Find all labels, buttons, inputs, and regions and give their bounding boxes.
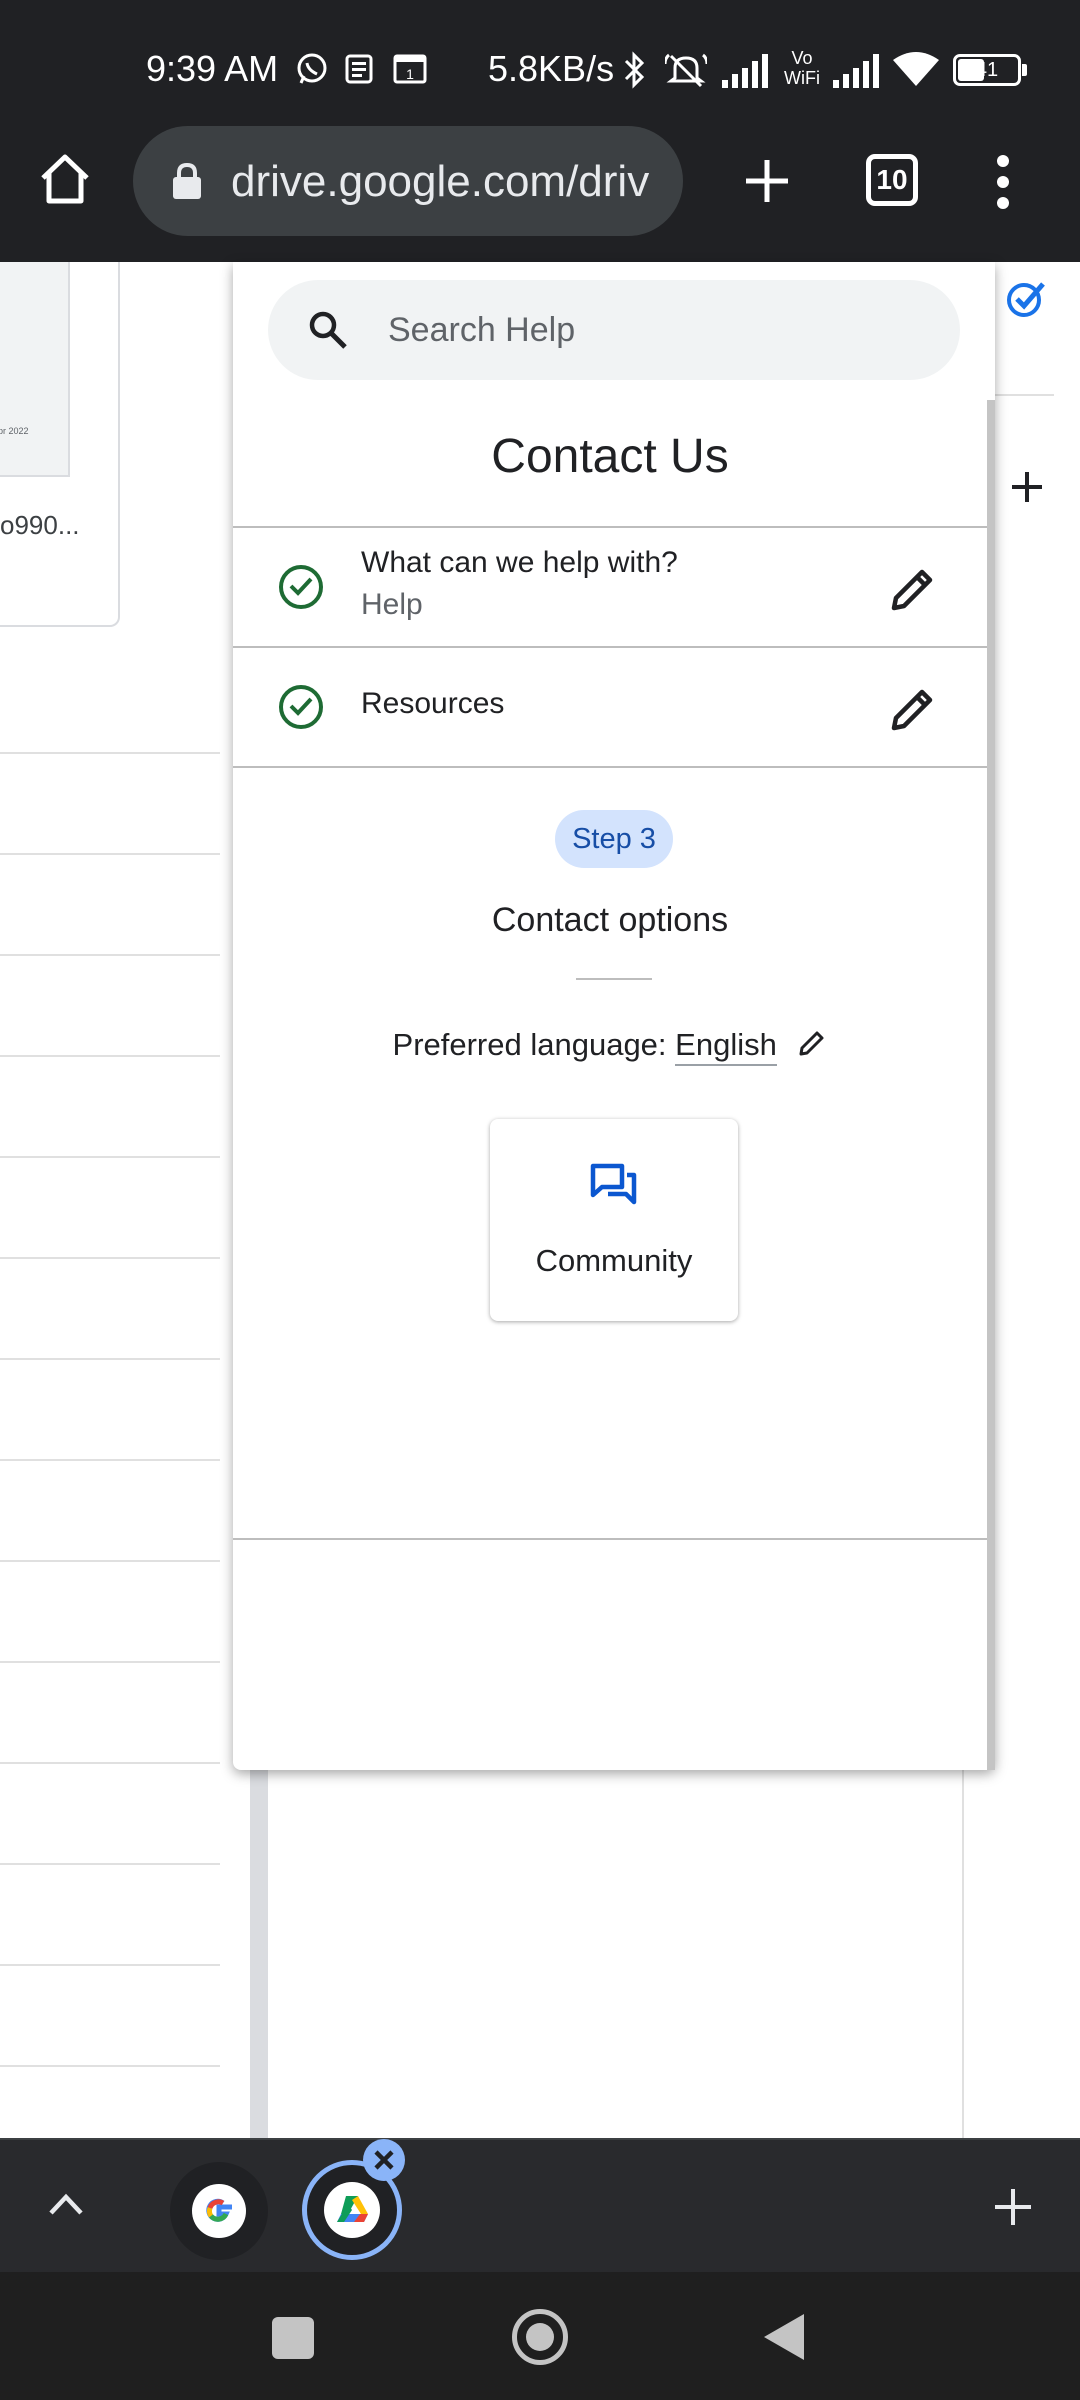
calendar-icon: 1 <box>393 54 427 84</box>
check-circle-icon <box>279 565 323 609</box>
list-divider <box>0 1661 220 1663</box>
battery-icon: 41 <box>953 54 1027 86</box>
list-divider <box>0 1459 220 1461</box>
status-bar: 9:39 AM 1 5.8KB/s Vo WiFi 41 <box>0 0 1080 118</box>
vowifi-bottom: WiFi <box>784 68 820 88</box>
battery-level: 41 <box>975 59 999 81</box>
divider <box>233 1538 987 1540</box>
google-tab[interactable] <box>170 2162 268 2260</box>
bluetooth-icon <box>624 51 645 89</box>
url-text[interactable]: drive.google.com/driv <box>231 156 671 208</box>
page-title: Contact Us <box>491 430 729 483</box>
list-divider <box>0 1358 220 1360</box>
file-card-date: Apr 2022 <box>0 426 29 436</box>
list-divider <box>0 1964 220 1966</box>
list-divider <box>0 853 220 855</box>
system-nav-bar <box>0 2272 1080 2400</box>
drive-preview-pane <box>268 1770 964 2138</box>
address-bar[interactable]: drive.google.com/driv <box>133 126 683 236</box>
help-panel: Contact Us What can we help with? Help R… <box>233 262 995 1770</box>
add-addon-icon[interactable] <box>1010 470 1044 504</box>
vowifi-icon: Vo WiFi <box>780 48 824 92</box>
more-icon[interactable] <box>996 154 1010 210</box>
list-divider <box>0 1863 220 1865</box>
step-resources[interactable]: Resources <box>233 648 987 766</box>
search-icon <box>309 311 347 349</box>
drive-file-list: Apr 2022 o990... <box>0 262 250 2138</box>
community-label: Community <box>535 1243 693 1278</box>
add-tab-icon[interactable] <box>992 2186 1034 2228</box>
step-label: What can we help with? <box>361 546 678 579</box>
status-time: 9:39 AM <box>146 48 279 89</box>
whatsapp-icon <box>297 53 327 84</box>
file-thumbnail: Apr 2022 <box>0 262 70 477</box>
search-input[interactable] <box>388 304 928 356</box>
file-card[interactable]: Apr 2022 o990... <box>0 262 120 627</box>
news-icon <box>345 54 373 84</box>
new-tab-icon[interactable] <box>742 156 792 206</box>
panel-scrollbar[interactable] <box>987 400 995 1770</box>
divider <box>576 978 652 980</box>
home-nav-button[interactable] <box>512 2309 568 2365</box>
tab-count: 10 <box>876 164 908 195</box>
drive-icon <box>324 2182 380 2238</box>
drive-tab[interactable] <box>302 2139 405 2260</box>
calendar-day: 1 <box>406 66 414 82</box>
list-divider <box>0 1156 220 1158</box>
list-divider <box>0 752 220 754</box>
step-label: Resources <box>361 687 505 720</box>
signal-icon <box>722 54 768 88</box>
list-divider <box>0 954 220 956</box>
list-divider <box>0 2065 220 2067</box>
list-divider <box>0 1055 220 1057</box>
home-icon[interactable] <box>38 152 92 206</box>
language-label: Preferred language: <box>392 1027 667 1062</box>
check-circle-icon <box>279 685 323 729</box>
step-title: Contact options <box>491 901 729 939</box>
list-divider <box>0 1762 220 1764</box>
vowifi-top: Vo <box>791 48 813 68</box>
google-icon <box>192 2184 246 2238</box>
search-bar[interactable] <box>268 280 960 380</box>
edit-language-icon[interactable] <box>797 1028 827 1058</box>
file-card-name: o990... <box>0 510 80 540</box>
mute-icon <box>665 53 707 88</box>
preferred-language: Preferred language: English <box>233 1024 987 1066</box>
list-divider <box>0 1560 220 1562</box>
lock-icon <box>173 162 201 199</box>
recents-button[interactable] <box>272 2317 314 2359</box>
step-badge: Step 3 <box>555 810 673 868</box>
forum-icon <box>590 1163 637 1205</box>
browser-toolbar: drive.google.com/driv 10 <box>0 118 1080 262</box>
wifi-icon <box>893 52 939 86</box>
language-value[interactable]: English <box>675 1027 777 1066</box>
tab-strip <box>0 2138 1080 2272</box>
step-value: Help <box>361 588 423 621</box>
edit-icon[interactable] <box>888 684 938 734</box>
back-button[interactable] <box>762 2312 806 2362</box>
side-divider <box>994 394 1054 396</box>
list-divider <box>0 1257 220 1259</box>
divider <box>233 766 987 768</box>
signal-icon-2 <box>833 54 879 88</box>
chevron-up-icon[interactable] <box>48 2192 84 2216</box>
tab-switcher-icon[interactable]: 10 <box>866 154 918 206</box>
edit-icon[interactable] <box>888 564 938 614</box>
pane-divider <box>250 1770 268 2138</box>
community-option-button[interactable]: Community <box>490 1119 738 1321</box>
network-speed: 5.8KB/s <box>488 48 615 89</box>
step-what-can-we-help[interactable]: What can we help with? Help <box>233 528 987 646</box>
tasks-icon[interactable] <box>1006 278 1046 318</box>
close-tab-icon[interactable] <box>363 2139 405 2181</box>
